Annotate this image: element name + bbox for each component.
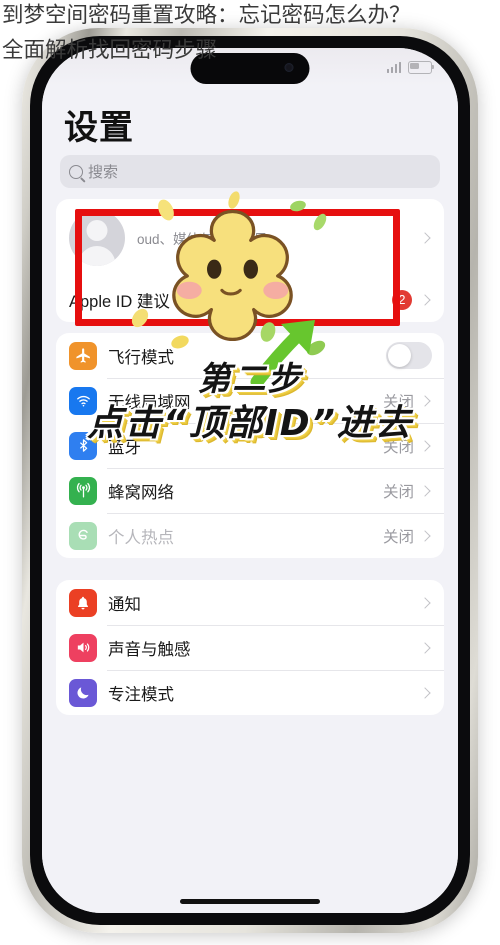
settings-row-hotspot[interactable]: 个人热点 关闭	[56, 513, 444, 558]
search-placeholder: 搜索	[88, 164, 119, 181]
moon-icon	[69, 678, 97, 707]
chevron-right-icon	[419, 529, 431, 542]
annotation-step-line2: 点击“顶部ID”进去	[87, 403, 413, 444]
settings-row-sounds[interactable]: 声音与触感	[56, 625, 444, 670]
page-title: 设置	[64, 109, 134, 147]
article-title: 到梦空间密码重置攻略：忘记密码怎么办？ 全面解析找回密码步骤	[2, 3, 411, 63]
system-group: 通知 声音与触感 专注模式	[56, 580, 444, 715]
search-input[interactable]: 搜索	[60, 155, 440, 188]
settings-row-label: 通知	[108, 595, 141, 614]
settings-row-focus[interactable]: 专注模式	[56, 670, 444, 715]
chevron-right-icon	[419, 232, 431, 244]
home-indicator	[180, 899, 320, 904]
search-icon	[69, 164, 83, 179]
settings-row-label: 个人热点	[108, 528, 174, 547]
speaker-icon	[69, 633, 97, 662]
annotation-step-line1: 第二步	[197, 359, 303, 398]
chevron-right-icon	[419, 293, 431, 306]
settings-row-label: 专注模式	[108, 685, 174, 704]
chevron-right-icon	[419, 686, 431, 699]
chevron-right-icon	[419, 596, 431, 609]
settings-row-notifications[interactable]: 通知	[56, 580, 444, 625]
phone-photo: 设置 搜索 oud、媒体与购买项目 Apple ID 建议 2	[0, 0, 500, 945]
hotspot-icon	[69, 521, 97, 550]
chevron-right-icon	[419, 484, 431, 497]
chevron-right-icon	[419, 641, 431, 654]
settings-row-label: 声音与触感	[108, 640, 191, 659]
cellular-icon	[69, 476, 97, 505]
bell-icon	[69, 588, 97, 617]
settings-row-label: 蜂窝网络	[108, 483, 174, 502]
settings-row-value: 关闭	[382, 483, 414, 501]
settings-row-value: 关闭	[382, 528, 414, 546]
phone-screen: 设置 搜索 oud、媒体与购买项目 Apple ID 建议 2	[42, 48, 458, 913]
settings-row-cellular[interactable]: 蜂窝网络 关闭	[56, 468, 444, 513]
yellow-flower-sticker	[172, 209, 293, 342]
